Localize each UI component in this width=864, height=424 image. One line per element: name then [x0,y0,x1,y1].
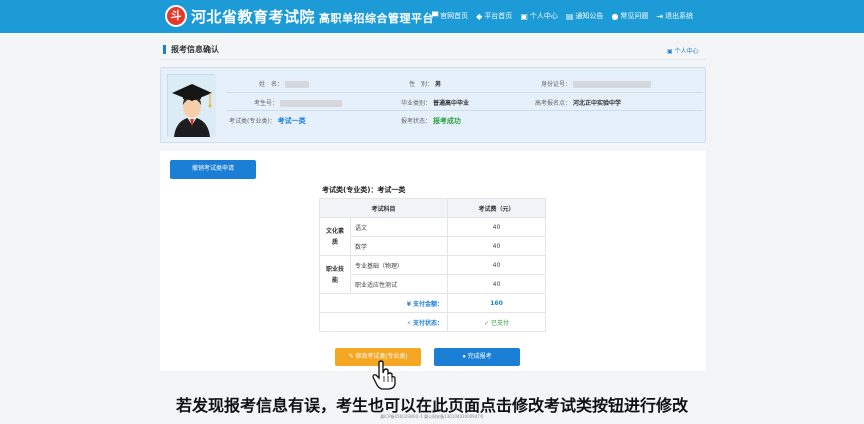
table-header-row: 考试科目 考试费（元） [319,198,546,218]
top-nav: ▀ 官网首页 ◆ 平台首页 ▣ 个人中心 ▤ 通知公告 ● 常见问题 ⇥ 退出系统 [432,11,693,21]
col-subject: 考试科目 [319,198,448,218]
top-header: 斗 河北省教育考试院 高职单招综合管理平台 ▀ 官网首页 ◆ 平台首页 ▣ 个人中心 ▤… [0,0,864,33]
name-masked [284,81,309,88]
cancel-exam-type-button[interactable]: 撤销考试类申请 [170,160,256,179]
col-fee: 考试费（元） [447,198,546,218]
table-row: 职业适应性测试 40 [320,274,546,294]
video-caption: 若发现报考信息有误，考生也可以在此页面点击修改考试类按钮进行修改 [175,396,688,415]
nav-notices[interactable]: ▤ 通知公告 [566,11,604,21]
nav-logout[interactable]: ⇥ 退出系统 [656,11,693,21]
field-name: 姓 名： [259,79,309,88]
notice-icon: ▤ [565,11,574,21]
row-divider [227,92,703,93]
avatar [167,74,216,137]
graduate-avatar-icon [168,75,216,137]
total-label: ¥ 支付金额： [319,293,448,313]
total-value: 160 [447,293,546,313]
site-subtitle: 高职单招综合管理平台 [319,12,435,25]
site-title: 河北省教育考试院 [191,8,316,26]
id-masked [572,81,651,88]
exam-number-masked [279,100,342,107]
row-divider [227,110,703,111]
table-row: 数学 40 [320,236,546,256]
nav-official-home[interactable]: ▀ 官网首页 [432,11,468,21]
finish-registration-button[interactable]: ● 完成报考 [434,348,520,366]
table-row: 文化素质 语文 40 [319,217,546,256]
field-id-number: 身份证号： [541,79,651,88]
exam-type-title: 考试类(专业类)：考试一类 [322,186,406,194]
fee-table: 考试科目 考试费（元） 文化素质 语文 40 数学 40 职业技能 专业基础（物… [319,198,546,332]
home-icon: ▀ [432,11,439,21]
pay-status-value: ✓ 已支付 [447,312,546,332]
faq-icon: ● [611,11,619,21]
logout-icon: ⇥ [656,11,664,21]
group-culture: 文化素质 [319,217,351,256]
nav-personal-center[interactable]: ▣ 个人中心 [520,11,558,21]
title-divider [160,59,706,60]
user-icon: ▣ [667,48,675,55]
profile-card: 姓 名： 性 别： 男 身份证号： 考生号： 毕业类别： 普通高中毕业 高考报名… [160,67,706,143]
nav-faq[interactable]: ● 常见问题 [611,11,648,21]
platform-icon: ◆ [476,11,483,21]
logo-icon: 斗 [165,5,187,27]
field-status: 报考状态： 报考成功 [401,117,461,125]
footer-record: 冀ICP备05002906号-1 冀公网安备13010402000947号 [380,414,484,419]
user-icon: ▣ [520,11,528,21]
field-gender: 性 别： 男 [409,81,441,88]
page-title: 报考信息确认 [163,45,219,54]
field-grad-type: 毕业类别： 普通高中毕业 [401,100,469,107]
nav-platform-home[interactable]: ◆ 平台首页 [476,11,512,21]
field-exam-site: 高考报名点： 河北正中实验中学 [535,100,621,107]
pay-status-label: ⚡ 支付状态： [319,312,448,332]
field-exam-type: 考试类(专业类)： 考试一类 [229,117,306,125]
field-exam-number: 考生号： [254,98,342,107]
group-vocational: 职业技能 [319,255,351,294]
personal-center-link[interactable]: ▣ 个人中心 [667,46,699,55]
total-row: ¥ 支付金额： 160 [319,293,546,313]
table-row: 职业技能 专业基础（物理） 40 [319,255,546,294]
site-brand[interactable]: 河北省教育考试院 高职单招综合管理平台 [191,6,434,27]
hand-cursor-icon [372,360,396,390]
pay-status-row: ⚡ 支付状态： ✓ 已支付 [319,312,546,332]
